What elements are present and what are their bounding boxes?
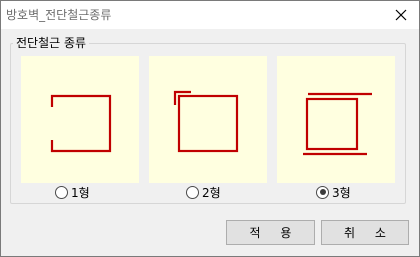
type2-rebar-icon	[173, 90, 239, 153]
apply-button[interactable]: 적 용	[226, 220, 315, 245]
cancel-button[interactable]: 취 소	[321, 220, 409, 245]
close-icon[interactable]	[391, 5, 411, 25]
type3-preview[interactable]	[277, 56, 395, 183]
selected-dot	[319, 189, 326, 195]
dialog-window: 방호벽_전단철근종류 전단철근 종류 1형 2형 3형 적 용 취 소	[0, 0, 420, 257]
type2-preview[interactable]	[149, 56, 267, 183]
title-bar: 방호벽_전단철근종류	[1, 1, 419, 29]
type2-label: 2형	[202, 185, 221, 200]
type1-preview[interactable]	[21, 56, 139, 183]
type1-rebar-icon	[50, 94, 112, 153]
type3-radio[interactable]	[316, 185, 329, 199]
type3-rebar-icon	[303, 92, 372, 156]
type3-label: 3형	[332, 185, 351, 200]
group-label: 전단철근 종류	[13, 34, 90, 51]
type1-label: 1형	[71, 185, 90, 200]
window-title: 방호벽_전단철근종류	[6, 8, 112, 22]
option-type2[interactable]: 2형	[186, 184, 221, 200]
option-type3[interactable]: 3형	[316, 184, 351, 200]
type1-radio[interactable]	[55, 185, 68, 199]
option-type1[interactable]: 1형	[55, 184, 90, 200]
type2-radio[interactable]	[186, 185, 199, 199]
